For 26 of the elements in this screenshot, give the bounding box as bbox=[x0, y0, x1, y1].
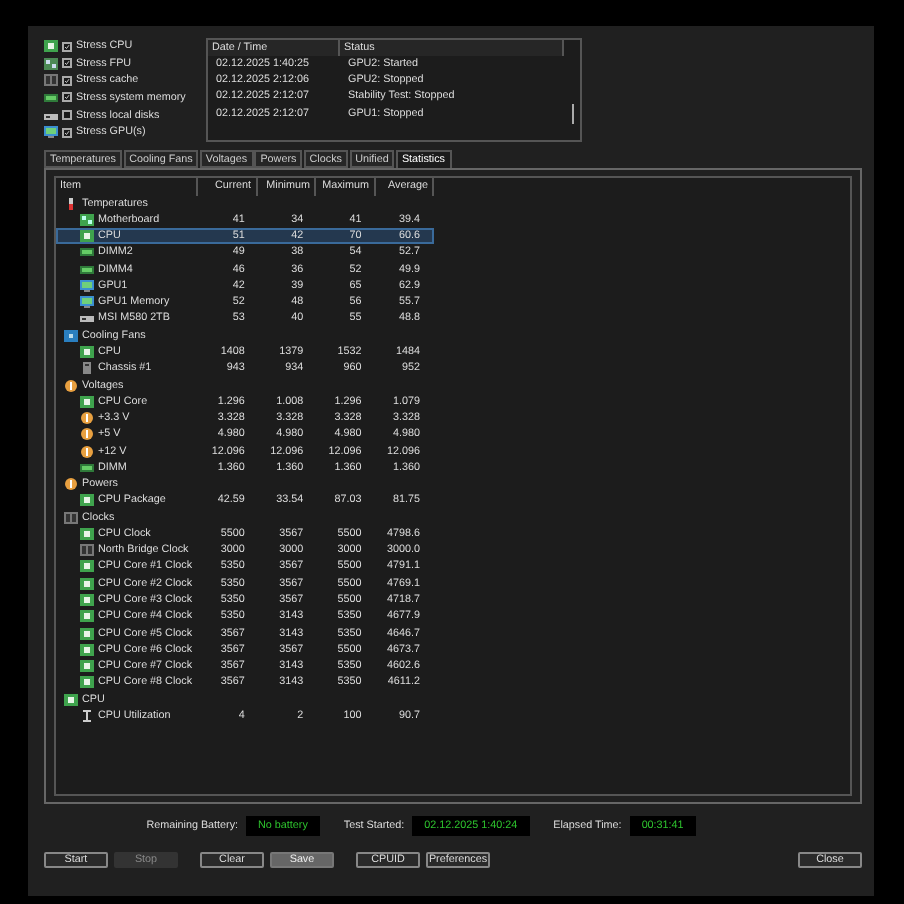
chip-icon bbox=[80, 346, 94, 359]
checkbox[interactable] bbox=[62, 58, 72, 69]
monitor-icon bbox=[80, 279, 94, 292]
checkbox[interactable] bbox=[62, 110, 72, 121]
grid-icon bbox=[80, 544, 94, 557]
thermometer-icon bbox=[64, 197, 78, 210]
memory-module-icon bbox=[80, 461, 94, 474]
memory-module-icon bbox=[44, 91, 58, 104]
chip-icon bbox=[44, 40, 58, 53]
grid-icon bbox=[44, 74, 58, 87]
drive-icon bbox=[44, 109, 58, 122]
chip-icon bbox=[44, 57, 58, 70]
chip-icon bbox=[80, 395, 94, 408]
grid-icon bbox=[64, 511, 78, 524]
checkbox[interactable] bbox=[62, 41, 72, 52]
case-icon bbox=[80, 362, 94, 375]
checkbox[interactable] bbox=[62, 127, 72, 138]
chip-icon bbox=[80, 494, 94, 507]
checkbox[interactable] bbox=[62, 92, 72, 103]
board-icon bbox=[80, 213, 94, 226]
monitor-icon bbox=[80, 296, 94, 309]
scrollbar[interactable] bbox=[571, 104, 574, 124]
monitor-icon bbox=[44, 126, 58, 139]
chip-icon bbox=[80, 527, 94, 540]
checkbox[interactable] bbox=[62, 75, 72, 86]
chip-icon bbox=[80, 230, 94, 243]
